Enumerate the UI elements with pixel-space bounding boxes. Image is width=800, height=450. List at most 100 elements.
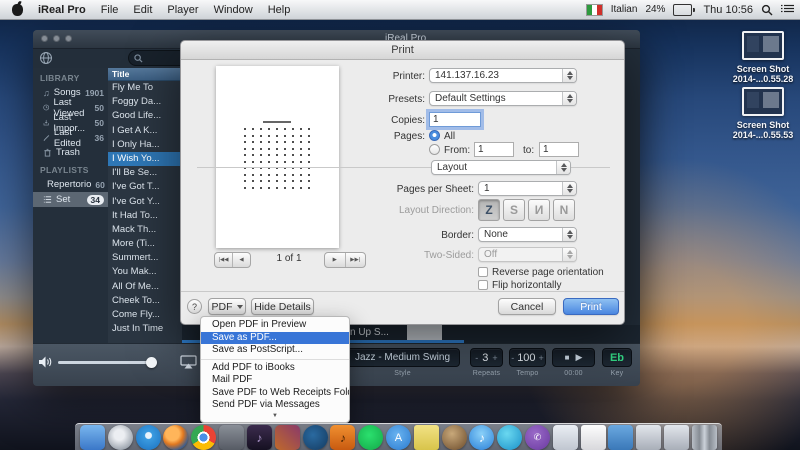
reverse-orientation-checkbox[interactable]: [478, 267, 488, 277]
song-row[interactable]: Mack Th...: [108, 223, 182, 237]
help-button[interactable]: ?: [187, 299, 202, 314]
dock-music-notation-app-icon[interactable]: ♪: [247, 425, 272, 450]
song-row[interactable]: More (Ti...: [108, 237, 182, 251]
pages-per-sheet-dropdown[interactable]: 1: [478, 181, 577, 196]
dock-documents-folder-icon[interactable]: [608, 425, 633, 450]
dock-stickies-icon[interactable]: [414, 425, 439, 450]
title-column-header[interactable]: Title: [108, 68, 182, 81]
song-row[interactable]: I've Got Y...: [108, 195, 182, 209]
dock-ireal-pro-icon[interactable]: ♪: [330, 425, 355, 450]
repeats-minus[interactable]: -: [475, 353, 478, 363]
dock-stack-icon[interactable]: [664, 425, 689, 450]
dock-firefox-icon[interactable]: [163, 425, 188, 450]
copies-field[interactable]: 1: [429, 112, 481, 127]
menu-item-open-pdf-in-preview[interactable]: Open PDF in Preview: [201, 319, 349, 332]
repeats-plus[interactable]: +: [492, 353, 497, 363]
menu-help[interactable]: Help: [268, 4, 291, 16]
dock-finder-icon[interactable]: [80, 425, 105, 450]
dock-game-app-icon[interactable]: [275, 425, 300, 450]
dock-photo-app-icon[interactable]: [219, 425, 244, 450]
sidebar-item-last-edited[interactable]: Last Edited 36: [33, 130, 108, 145]
battery-percentage[interactable]: 24%: [645, 4, 665, 15]
dock-launchpad-icon[interactable]: [108, 425, 133, 450]
airplay-icon[interactable]: [180, 354, 197, 370]
repeats-stepper[interactable]: - 3 +: [470, 348, 503, 367]
song-row[interactable]: You Mak...: [108, 265, 182, 279]
menu-window[interactable]: Window: [214, 4, 253, 16]
input-source-label[interactable]: Italian: [611, 4, 638, 15]
song-row[interactable]: Cheek To...: [108, 294, 182, 308]
menu-item-save-pdf-to-web-receipts[interactable]: Save PDF to Web Receipts Folder: [201, 387, 349, 400]
sidebar-item-repertorio[interactable]: Repertorio 60: [33, 177, 108, 192]
key-button[interactable]: Eb: [602, 348, 632, 367]
hide-details-button[interactable]: Hide Details: [251, 298, 314, 315]
layout-direction-n-button[interactable]: N: [553, 199, 575, 221]
cancel-button[interactable]: Cancel: [498, 298, 556, 315]
dock-textedit-icon[interactable]: [581, 425, 606, 450]
pdf-menu-button[interactable]: PDF: [208, 298, 246, 315]
volume-slider[interactable]: [58, 361, 155, 364]
menu-player[interactable]: Player: [167, 4, 198, 16]
zoom-icon[interactable]: [65, 35, 72, 42]
dock-messaging-app-icon[interactable]: [497, 425, 522, 450]
song-row[interactable]: I'll Be Se...: [108, 166, 182, 180]
flip-horizontally-checkbox[interactable]: [478, 280, 488, 290]
close-icon[interactable]: [41, 35, 48, 42]
presets-dropdown[interactable]: Default Settings: [429, 91, 577, 106]
clock[interactable]: Thu 10:56: [703, 4, 753, 16]
tempo-plus[interactable]: +: [539, 353, 544, 363]
song-row[interactable]: I Only Ha...: [108, 138, 182, 152]
tempo-stepper[interactable]: - 100 +: [509, 348, 546, 367]
section-dropdown[interactable]: Layout: [431, 160, 571, 175]
song-row[interactable]: Just In Time: [108, 322, 182, 336]
layout-direction-reverse-n-button[interactable]: И: [528, 199, 550, 221]
dock-stack-icon[interactable]: [636, 425, 661, 450]
desktop-icon-screenshot-1[interactable]: Screen Shot 2014-...0.55.28: [723, 31, 800, 84]
menu-item-send-pdf-via-messages[interactable]: Send PDF via Messages: [201, 399, 349, 412]
print-button[interactable]: Print: [563, 298, 619, 315]
menu-scroll-down-icon[interactable]: ▼: [201, 412, 349, 420]
song-row[interactable]: All Of Me...: [108, 280, 182, 294]
sidebar-item-trash[interactable]: Trash: [33, 145, 108, 160]
dock-drawing-app-icon[interactable]: [303, 425, 328, 450]
menu-item-save-as-pdf[interactable]: Save as PDF...: [201, 332, 349, 345]
dock-safari-icon[interactable]: [136, 425, 161, 450]
dock-world-app-icon[interactable]: [442, 425, 467, 450]
pages-all-radio[interactable]: [429, 130, 440, 141]
pages-to-field[interactable]: 1: [539, 142, 579, 157]
song-row[interactable]: Fly Me To: [108, 81, 182, 95]
traffic-light-buttons[interactable]: [41, 35, 72, 42]
menu-file[interactable]: File: [101, 4, 119, 16]
battery-icon[interactable]: [673, 4, 695, 16]
play-icon[interactable]: ▶: [575, 352, 582, 363]
song-row[interactable]: I Get A K...: [108, 124, 182, 138]
style-button[interactable]: Jazz - Medium Swing: [345, 348, 460, 367]
italian-flag-icon[interactable]: [586, 4, 603, 16]
song-row[interactable]: Foggy Da...: [108, 95, 182, 109]
menu-item-save-as-postscript[interactable]: Save as PostScript...: [201, 344, 349, 357]
prev-page-icon[interactable]: ◀: [232, 253, 250, 267]
first-page-icon[interactable]: |◀◀: [215, 253, 232, 267]
song-row[interactable]: Come Fly...: [108, 308, 182, 322]
song-row[interactable]: Summert...: [108, 251, 182, 265]
dock-trash-icon[interactable]: [692, 425, 717, 450]
spotlight-icon[interactable]: [761, 4, 773, 16]
layout-direction-s-button[interactable]: S: [503, 199, 525, 221]
song-row[interactable]: Good Life...: [108, 109, 182, 123]
menu-edit[interactable]: Edit: [133, 4, 152, 16]
song-row-selected[interactable]: I Wish Yo...: [108, 152, 182, 166]
apple-menu-icon[interactable]: [12, 4, 23, 16]
sidebar-item-set[interactable]: Set 34: [33, 192, 108, 207]
minimize-icon[interactable]: [53, 35, 60, 42]
dock-app-store-icon[interactable]: A: [386, 425, 411, 450]
menu-item-add-pdf-to-ibooks[interactable]: Add PDF to iBooks: [201, 362, 349, 375]
tempo-minus[interactable]: -: [511, 353, 514, 363]
dock-preview-icon[interactable]: [553, 425, 578, 450]
border-dropdown[interactable]: None: [478, 227, 577, 242]
pages-from-radio[interactable]: [429, 144, 440, 155]
notification-center-icon[interactable]: [781, 4, 794, 15]
song-row[interactable]: It Had To...: [108, 209, 182, 223]
dock-itunes-icon[interactable]: ♪: [469, 425, 494, 450]
pages-from-field[interactable]: 1: [474, 142, 514, 157]
transport-buttons[interactable]: ■ ▶: [552, 348, 595, 367]
